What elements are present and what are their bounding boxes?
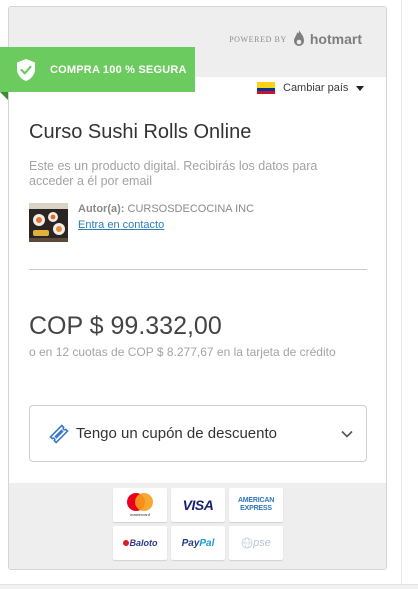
sushi-image-icon [29, 203, 68, 242]
product-title: Curso Sushi Rolls Online [29, 121, 252, 143]
installments-text: o en 12 cuotas de COP $ 8.277,67 en la t… [29, 345, 336, 359]
change-country-dropdown[interactable]: Cambiar país [257, 82, 365, 94]
baloto-label: Baloto [129, 538, 158, 548]
author-info: Autor(a): CURSOSDECOCINA INC Entra en co… [78, 203, 254, 242]
colombia-flag-icon [257, 82, 275, 94]
paypal-label-2: Pal [199, 537, 215, 549]
badge-fold [0, 92, 8, 100]
price: COP $ 99.332,00 [29, 312, 222, 340]
visa-label: VISA [182, 497, 214, 513]
secure-purchase-label: COMPRA 100 % SEGURA [50, 63, 187, 76]
paypal-logo: PayPal [171, 526, 225, 560]
author-name: CURSOSDECOCINA INC [127, 203, 255, 215]
pse-label: pse [253, 537, 271, 549]
author-prefix: Autor(a): [78, 203, 125, 215]
secure-purchase-badge: COMPRA 100 % SEGURA [0, 47, 195, 92]
author-line: Autor(a): CURSOSDECOCINA INC [78, 203, 254, 215]
paypal-label-1: Pay [181, 537, 200, 549]
hotmart-flame-icon [293, 30, 304, 46]
change-country-label: Cambiar país [283, 82, 349, 94]
coupon-label: Tengo un cupón de descuento [76, 425, 277, 442]
payment-logo-grid: mastercard VISA AMERICAN EXPRESS Baloto [113, 488, 283, 560]
author-block: Autor(a): CURSOSDECOCINA INC Entra en co… [29, 203, 254, 242]
product-description: Este es un producto digital. Recibirás l… [29, 159, 318, 188]
pse-globe-icon [241, 537, 253, 549]
payment-methods: mastercard VISA AMERICAN EXPRESS Baloto [9, 483, 386, 569]
chevron-down-icon [341, 430, 353, 438]
powered-by-hotmart: POWERED BY hotmart [229, 29, 362, 49]
caret-down-icon [356, 85, 365, 91]
amex-line1: AMERICAN [237, 497, 275, 504]
baloto-dot-icon [122, 540, 129, 546]
coupon-accordion[interactable]: Tengo un cupón de descuento [29, 405, 367, 462]
mastercard-logo: mastercard [113, 488, 167, 522]
shield-check-icon [17, 58, 35, 81]
bottom-strip [0, 584, 418, 589]
amex-line2: EXPRESS [240, 505, 272, 512]
powered-by-label: POWERED BY [229, 34, 287, 44]
amex-logo: AMERICAN EXPRESS [229, 488, 283, 522]
product-thumbnail [29, 203, 68, 242]
visa-logo: VISA [171, 488, 225, 522]
divider [29, 269, 367, 270]
mastercard-icon [125, 493, 155, 511]
baloto-logo: Baloto [113, 526, 167, 560]
hotmart-logo-text: hotmart [309, 31, 362, 47]
mastercard-label: mastercard [129, 512, 150, 517]
pse-logo: pse [229, 526, 283, 560]
right-border [401, 0, 402, 584]
coupon-tag-icon [49, 423, 69, 444]
contact-author-link[interactable]: Entra en contacto [78, 219, 164, 231]
